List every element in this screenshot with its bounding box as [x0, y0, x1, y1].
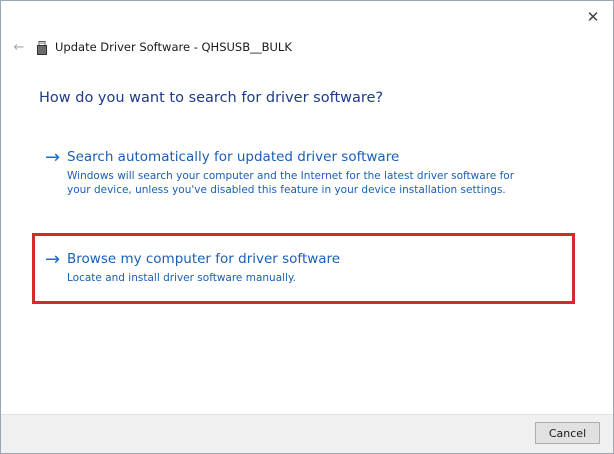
close-icon: ✕ [586, 7, 600, 26]
update-driver-dialog: ✕ ← Update Driver Software - QHSUSB__BUL… [0, 0, 614, 454]
dialog-title: Update Driver Software - QHSUSB__BULK [55, 40, 292, 54]
option-title: Search automatically for updated driver … [67, 149, 400, 165]
page-heading: How do you want to search for driver sof… [39, 90, 384, 106]
back-arrow-icon[interactable]: ← [11, 39, 27, 55]
dialog-footer: Cancel [1, 414, 613, 453]
right-arrow-icon: → [45, 147, 61, 168]
cancel-button[interactable]: Cancel [535, 422, 600, 444]
close-button[interactable]: ✕ [583, 7, 603, 27]
option-description: Windows will search your computer and th… [67, 170, 515, 196]
right-arrow-icon: → [45, 249, 61, 270]
usb-device-icon [37, 40, 47, 55]
browse-computer-option[interactable]: → Browse my computer for driver software… [45, 250, 527, 285]
option-title: Browse my computer for driver software [67, 251, 341, 267]
dialog-title-bar: ← Update Driver Software - QHSUSB__BULK [11, 39, 292, 55]
search-automatically-option[interactable]: → Search automatically for updated drive… [45, 148, 527, 197]
option-description: Locate and install driver software manua… [67, 272, 297, 284]
